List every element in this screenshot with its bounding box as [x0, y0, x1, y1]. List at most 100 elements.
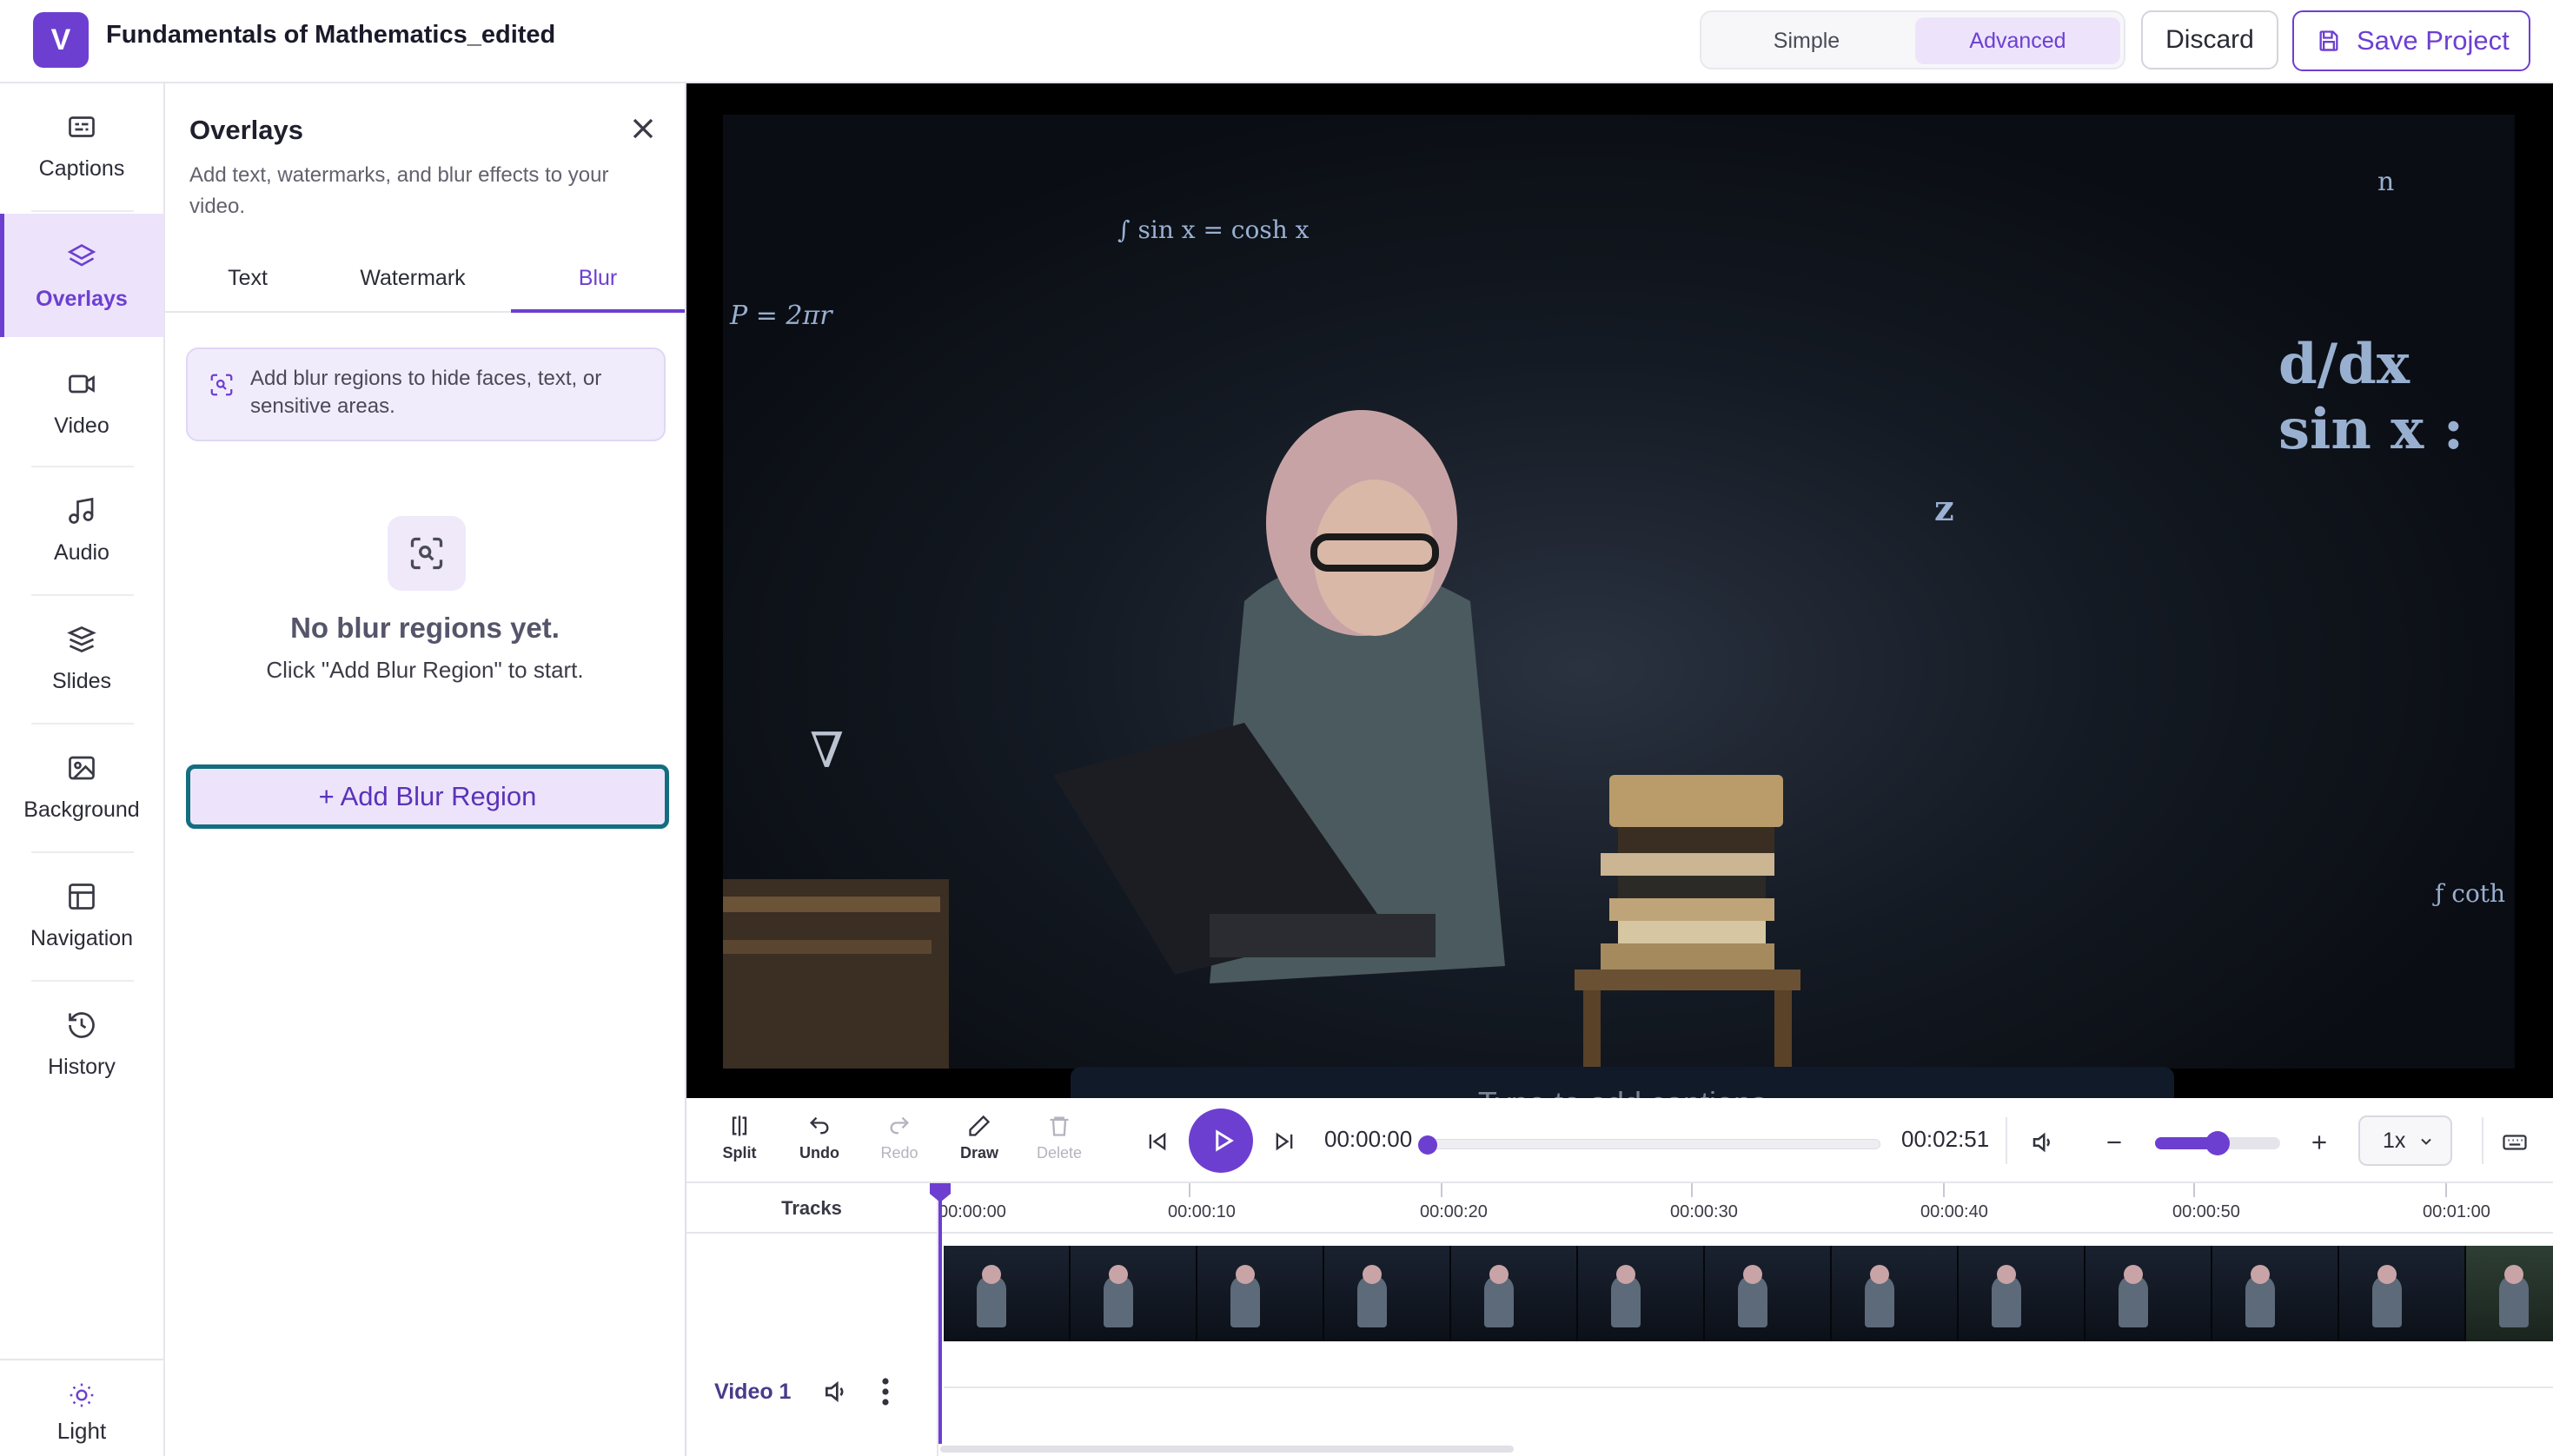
video-camera-icon — [69, 374, 95, 394]
mode-advanced-button[interactable]: Advanced — [1915, 17, 2120, 64]
close-icon[interactable] — [626, 111, 660, 146]
time-ruler[interactable]: 00:00:00 00:00:10 00:00:20 00:00:30 00:0… — [938, 1183, 2553, 1234]
play-button[interactable] — [1189, 1109, 1253, 1173]
progress-handle[interactable] — [1418, 1135, 1437, 1155]
rail-divider — [31, 210, 134, 212]
mode-simple-button[interactable]: Simple — [1707, 17, 1906, 64]
ruler-label: 00:00:50 — [2172, 1202, 2240, 1221]
theme-toggle[interactable]: Light — [0, 1359, 163, 1456]
blur-info-text: Add blur regions to hide faces, text, or… — [250, 367, 602, 418]
zoom-slider-handle[interactable] — [2205, 1131, 2230, 1155]
delete-button[interactable]: Delete — [1027, 1114, 1091, 1162]
scan-face-icon — [210, 374, 233, 396]
add-blur-region-button[interactable]: + Add Blur Region — [186, 764, 669, 829]
zoom-in-icon[interactable] — [2308, 1131, 2331, 1154]
rail-label-slides: Slides — [51, 669, 112, 693]
clip-thumbnail — [1197, 1246, 1324, 1341]
timeline-scrollbar[interactable] — [940, 1446, 1514, 1453]
split-button[interactable]: Split — [707, 1114, 772, 1162]
panel-title: Overlays — [189, 115, 303, 145]
skip-back-icon[interactable] — [1145, 1129, 1170, 1154]
rail-item-slides[interactable]: Slides — [0, 596, 163, 719]
save-project-button[interactable]: Save Project — [2292, 10, 2530, 71]
thumbnail-figure-head — [1870, 1265, 1889, 1284]
redo-label: Redo — [880, 1144, 918, 1161]
app-logo[interactable]: V — [33, 12, 89, 68]
track-name: Video 1 — [714, 1380, 792, 1404]
clip-thumbnail — [1324, 1246, 1451, 1341]
keyboard-icon[interactable] — [2501, 1129, 2529, 1155]
track-header-video-1: Video 1 — [686, 1234, 938, 1456]
tracks-header: Tracks — [686, 1183, 938, 1234]
stack-icon — [67, 626, 96, 652]
clip-thumbnail — [944, 1246, 1071, 1341]
clip-thumbnail — [1071, 1246, 1197, 1341]
more-vertical-icon[interactable] — [879, 1376, 892, 1407]
discard-button[interactable]: Discard — [2141, 10, 2278, 69]
rail-item-overlays[interactable]: Overlays — [0, 214, 163, 337]
undo-icon — [810, 1116, 829, 1135]
playhead[interactable] — [938, 1183, 942, 1444]
thumbnail-figure-head — [982, 1265, 1001, 1284]
video-frame[interactable]: d/dx sin x : P = 2πr z ∫ sin x = cosh x … — [723, 115, 2515, 1069]
redo-button[interactable]: Redo — [867, 1114, 932, 1162]
speed-select[interactable]: 1x — [2358, 1115, 2452, 1166]
current-time: 00:00:00 — [1324, 1126, 1413, 1152]
app-root: V Fundamentals of Mathematics_edited Sim… — [0, 0, 2553, 1456]
undo-button[interactable]: Undo — [787, 1114, 852, 1162]
rail-item-video[interactable]: Video — [0, 341, 163, 464]
ruler-tick — [1441, 1183, 1442, 1197]
project-title: Fundamentals of Mathematics_edited — [106, 21, 556, 49]
chevron-down-icon — [2421, 1138, 2431, 1145]
total-time: 00:02:51 — [1901, 1126, 1990, 1152]
thumbnail-figure-head — [1363, 1265, 1382, 1284]
thumbnail-figure-head — [2124, 1265, 2143, 1284]
captions-icon — [69, 116, 95, 137]
progress-track[interactable] — [1430, 1139, 1880, 1149]
clip-thumbnail — [1451, 1246, 1578, 1341]
ruler-label: 00:01:00 — [2423, 1202, 2490, 1221]
ruler-tick — [2445, 1183, 2447, 1197]
tab-watermark[interactable]: Watermark — [322, 243, 504, 313]
skip-forward-icon[interactable] — [1272, 1129, 1296, 1154]
overlays-panel: Overlays Add text, watermarks, and blur … — [165, 83, 686, 1456]
draw-label: Draw — [959, 1144, 998, 1161]
rail-item-audio[interactable]: Audio — [0, 467, 163, 591]
image-icon — [69, 756, 95, 780]
thumbnail-figure-head — [1236, 1265, 1255, 1284]
video-clip[interactable] — [944, 1246, 2553, 1341]
zoom-out-icon[interactable] — [2103, 1131, 2125, 1154]
left-rail: Captions Overlays Video Audio Slides Bac… — [0, 83, 165, 1456]
layout-icon — [69, 884, 95, 910]
top-bar: V Fundamentals of Mathematics_edited Sim… — [0, 0, 2553, 83]
undo-label: Undo — [799, 1144, 839, 1161]
divider — [2482, 1117, 2483, 1164]
playback-controls: Split Undo Redo Draw Delete 00:00:00 00:… — [686, 1098, 2553, 1183]
tab-text[interactable]: Text — [182, 243, 313, 313]
thumbnail-figure-head — [2377, 1265, 2397, 1284]
empty-state-subtitle: Click "Add Blur Region" to start. — [266, 657, 584, 683]
ruler-label: 00:00:00 — [938, 1202, 1006, 1221]
pencil-icon — [969, 1115, 991, 1136]
ruler-label: 00:00:30 — [1670, 1202, 1738, 1221]
floppy-disk-icon — [2319, 30, 2338, 51]
volume-icon[interactable] — [2030, 1129, 2056, 1155]
video-preview-area: d/dx sin x : P = 2πr z ∫ sin x = cosh x … — [686, 83, 2553, 1140]
thumbnail-figure-head — [2504, 1265, 2523, 1284]
empty-state-title: No blur regions yet. — [290, 612, 560, 644]
clip-thumbnail — [2212, 1246, 2339, 1341]
rail-item-navigation[interactable]: Navigation — [0, 853, 163, 976]
ruler-tick — [1189, 1183, 1190, 1197]
lane-divider — [944, 1387, 2553, 1388]
draw-button[interactable]: Draw — [947, 1114, 1011, 1162]
thumbnail-figure-head — [1743, 1265, 1762, 1284]
rail-label-overlays: Overlays — [36, 287, 128, 311]
save-project-label: Save Project — [2357, 25, 2510, 56]
rail-item-background[interactable]: Background — [0, 725, 163, 848]
tab-blur[interactable]: Blur — [511, 243, 685, 313]
clip-thumbnail — [2466, 1246, 2553, 1341]
rail-item-history[interactable]: History — [0, 982, 163, 1105]
ruler-tick — [1943, 1183, 1945, 1197]
rail-item-captions[interactable]: Captions — [0, 83, 163, 207]
track-volume-icon[interactable] — [822, 1378, 850, 1406]
